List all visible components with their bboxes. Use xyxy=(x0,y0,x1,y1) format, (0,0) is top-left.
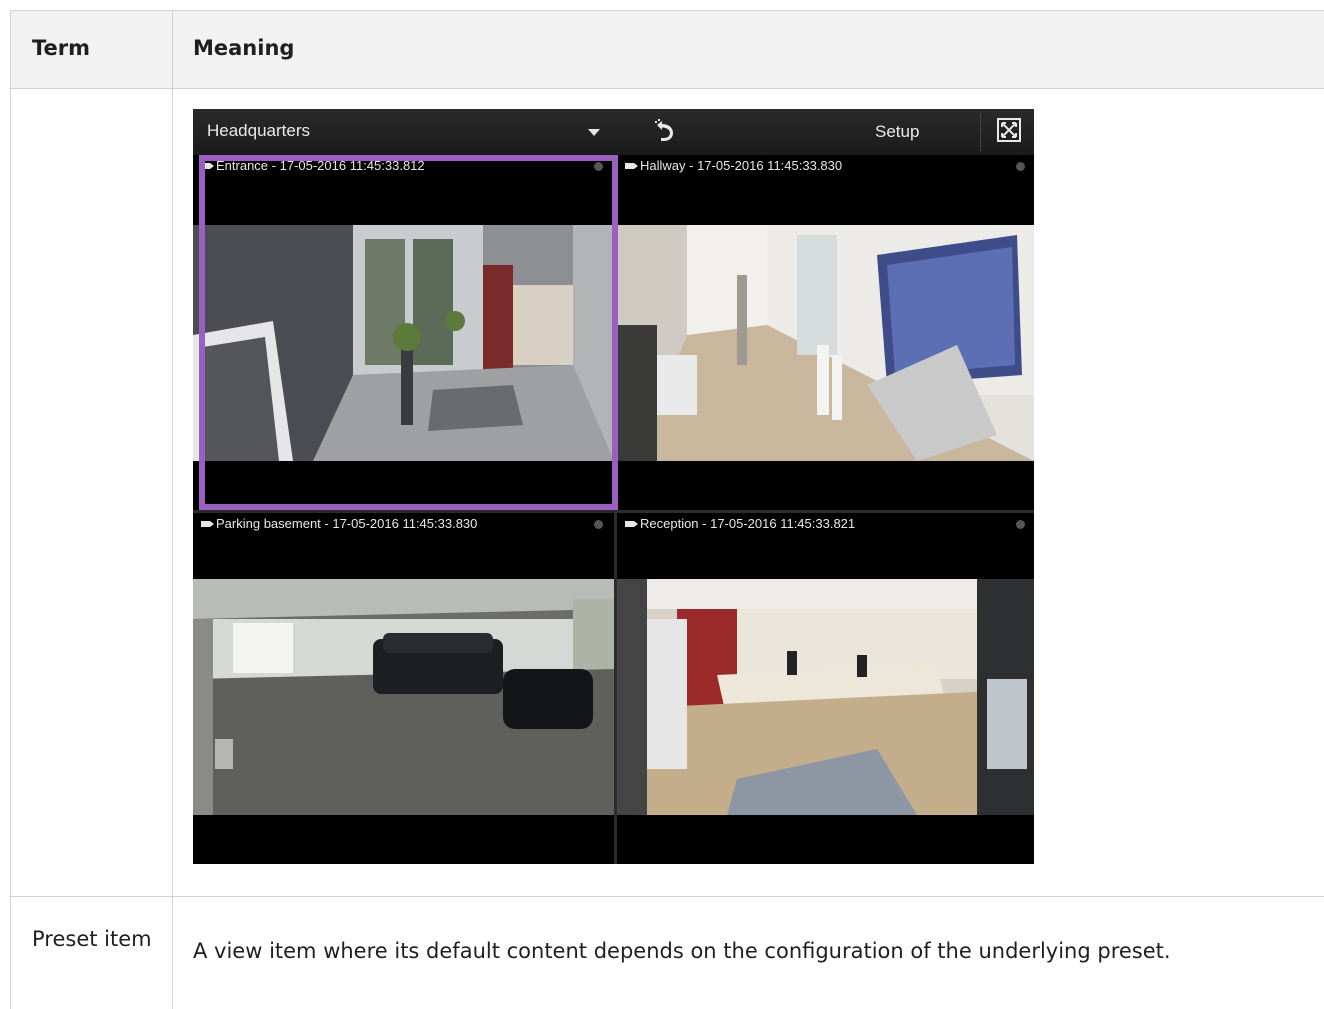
header-term: Term xyxy=(32,36,91,60)
camera-caption: Hallway - 17-05-2016 11:45:33.830 xyxy=(640,158,843,173)
camera-caption: Parking basement - 17-05-2016 11:45:33.8… xyxy=(216,516,478,531)
camera-tile-reception[interactable]: Reception - 17-05-2016 11:45:33.821 xyxy=(617,513,1034,864)
camera-feed-hallway xyxy=(617,225,1034,461)
camera-icon xyxy=(201,163,210,169)
camera-icon xyxy=(201,521,210,527)
table-row: Preset item A view item where its defaul… xyxy=(10,897,1324,1009)
view-toolbar: Headquarters Setup xyxy=(193,109,1034,156)
term-cell: Preset item xyxy=(32,927,152,951)
smart-client-screenshot: Headquarters Setup Entrance - 17-05-2016… xyxy=(193,109,1034,864)
table-header: Term Meaning xyxy=(10,10,1324,89)
setup-button[interactable]: Setup xyxy=(875,122,919,142)
camera-feed-reception xyxy=(617,579,1034,815)
status-dot xyxy=(594,520,603,529)
camera-icon xyxy=(625,163,634,169)
undo-icon[interactable] xyxy=(651,117,679,145)
camera-tile-hallway[interactable]: Hallway - 17-05-2016 11:45:33.830 xyxy=(617,155,1034,510)
camera-feed-entrance xyxy=(193,225,614,461)
camera-tile-entrance[interactable]: Entrance - 17-05-2016 11:45:33.812 xyxy=(193,155,614,510)
camera-icon xyxy=(625,521,634,527)
status-dot xyxy=(1016,162,1025,171)
table-row: Headquarters Setup Entrance - 17-05-2016… xyxy=(10,89,1324,897)
camera-caption: Reception - 17-05-2016 11:45:33.821 xyxy=(640,516,856,531)
header-meaning: Meaning xyxy=(193,36,295,60)
fullscreen-icon[interactable] xyxy=(996,117,1022,143)
status-dot xyxy=(594,162,603,171)
camera-tile-parking-basement[interactable]: Parking basement - 17-05-2016 11:45:33.8… xyxy=(193,513,614,864)
meaning-cell: A view item where its default content de… xyxy=(193,939,1171,963)
view-name: Headquarters xyxy=(207,121,311,140)
status-dot xyxy=(1016,520,1025,529)
camera-caption: Entrance - 17-05-2016 11:45:33.812 xyxy=(216,158,425,173)
dropdown-caret-icon[interactable] xyxy=(588,129,600,136)
camera-feed-parking-basement xyxy=(193,579,614,815)
